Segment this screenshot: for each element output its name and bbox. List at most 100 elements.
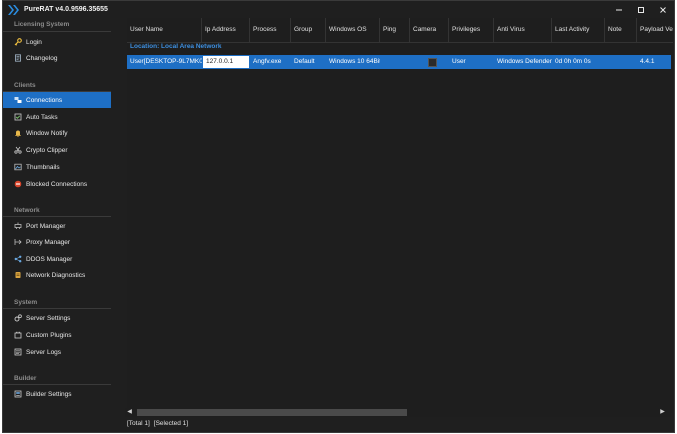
sidebar-item-label: Blocked Connections — [26, 180, 88, 188]
minimize-button[interactable] — [608, 1, 630, 18]
port-icon — [14, 222, 22, 229]
connections-icon — [14, 97, 22, 103]
cell-ip-address[interactable]: 127.0.0.1 — [202, 55, 250, 69]
logs-icon — [14, 348, 22, 356]
column-anti-virus[interactable]: Anti Virus — [494, 18, 552, 42]
status-bar: [Total 1] [Selected 1] — [127, 420, 192, 427]
sidebar-item-label: Proxy Manager — [26, 238, 71, 246]
sidebar-item-label: Custom Plugins — [26, 331, 72, 339]
camera-status-box — [428, 58, 437, 67]
section-network: Network — [14, 207, 40, 214]
sidebar-item-builder-settings[interactable]: Builder Settings — [3, 386, 111, 402]
table-row[interactable]: User[DESKTOP-9L7MK0B] 127.0.0.1 Angfv.ex… — [127, 55, 671, 69]
section-divider — [3, 384, 111, 385]
column-process[interactable]: Process — [250, 18, 291, 42]
sidebar-item-network-diagnostics[interactable]: Network Diagnostics — [3, 267, 111, 283]
sidebar-item-label: Network Diagnostics — [26, 271, 86, 279]
sidebar-item-label: Connections — [26, 96, 63, 104]
blocked-icon — [14, 180, 22, 188]
sidebar-item-label: Server Settings — [26, 314, 71, 322]
sidebar-item-label: Changelog — [26, 54, 58, 62]
section-divider — [3, 216, 111, 217]
cell-privileges: User — [452, 58, 466, 65]
cell-group: Default — [294, 58, 315, 65]
sidebar-item-label: Crypto Clipper — [26, 146, 68, 154]
cell-camera — [410, 55, 449, 69]
maximize-icon — [638, 6, 644, 13]
section-clients: Clients — [14, 82, 36, 89]
column-note[interactable]: Note — [605, 18, 637, 42]
cell-anti-virus: Windows Defender — [497, 58, 552, 65]
sidebar-item-server-logs[interactable]: Server Logs — [3, 344, 111, 360]
table-header: User Name Ip Address Process Group Windo… — [127, 18, 673, 43]
app-logo-icon — [8, 4, 19, 15]
section-divider — [3, 308, 111, 309]
status-total: [Total 1] — [127, 420, 150, 427]
status-selected: [Selected 1] — [153, 420, 189, 427]
proxy-icon — [14, 239, 22, 245]
sidebar-item-custom-plugins[interactable]: Custom Plugins — [3, 327, 111, 343]
column-windows-os[interactable]: Windows OS — [326, 18, 380, 42]
column-privileges[interactable]: Privileges — [449, 18, 494, 42]
scroll-left-icon[interactable]: ◀ — [125, 408, 134, 417]
minimize-icon — [616, 9, 622, 10]
sidebar-item-auto-tasks[interactable]: Auto Tasks — [3, 109, 111, 125]
sidebar-item-label: DDOS Manager — [26, 255, 73, 263]
scrollbar-thumb[interactable] — [137, 409, 407, 416]
column-group[interactable]: Group — [291, 18, 326, 42]
sidebar-item-blocked-connections[interactable]: Blocked Connections — [3, 176, 111, 192]
close-icon — [660, 6, 666, 13]
sidebar-item-label: Window Notify — [26, 129, 68, 137]
cell-ping — [380, 55, 410, 69]
sidebar-item-login[interactable]: Login — [3, 34, 111, 50]
scissors-icon — [14, 146, 22, 154]
sidebar-item-label: Server Logs — [26, 348, 62, 356]
column-ip-address[interactable]: Ip Address — [202, 18, 250, 42]
sidebar-item-label: Login — [26, 38, 42, 46]
bell-icon — [15, 130, 21, 137]
cell-windows-os: Windows 10 64Bit — [329, 58, 380, 65]
scroll-right-icon[interactable]: ▶ — [658, 408, 667, 417]
diagnostics-icon — [15, 272, 21, 278]
plugin-icon — [14, 331, 22, 339]
sidebar-item-proxy-manager[interactable]: Proxy Manager — [3, 234, 111, 250]
key-icon — [14, 38, 22, 46]
sidebar-item-label: Port Manager — [26, 222, 66, 230]
sidebar-item-connections[interactable]: Connections — [3, 92, 111, 108]
cell-user-name: User[DESKTOP-9L7MK0B] — [130, 58, 202, 65]
image-icon — [14, 163, 22, 171]
app-window: PureRAT v4.0.9596.35655 Licensing System… — [2, 0, 675, 433]
sidebar-item-changelog[interactable]: Changelog — [3, 50, 111, 66]
section-divider — [3, 31, 111, 32]
column-user-name[interactable]: User Name — [127, 18, 202, 42]
maximize-button[interactable] — [630, 1, 652, 18]
cell-process: Angfv.exe — [253, 58, 282, 65]
sidebar-item-window-notify[interactable]: Window Notify — [3, 125, 111, 141]
section-licensing-system: Licensing System — [14, 21, 70, 28]
group-label[interactable]: Location: Local Area Network — [130, 43, 222, 50]
sidebar: Licensing System Login Changelog Clients… — [3, 18, 111, 432]
sidebar-item-thumbnails[interactable]: Thumbnails — [3, 159, 111, 175]
horizontal-scrollbar[interactable]: ◀ ▶ — [125, 408, 671, 417]
column-last-activity[interactable]: Last Activity — [552, 18, 605, 42]
section-system: System — [14, 299, 38, 306]
document-icon — [15, 54, 21, 62]
tasks-icon — [14, 113, 22, 121]
column-payload-ver[interactable]: Payload Ver — [637, 18, 673, 42]
cell-last-activity: 0d 0h 0m 0s — [555, 58, 591, 65]
sidebar-item-server-settings[interactable]: Server Settings — [3, 310, 111, 326]
close-button[interactable] — [652, 1, 674, 18]
sidebar-item-label: Thumbnails — [26, 163, 60, 171]
column-camera[interactable]: Camera — [410, 18, 449, 42]
cell-note — [605, 55, 637, 69]
network-icon — [14, 255, 22, 263]
sidebar-item-crypto-clipper[interactable]: Crypto Clipper — [3, 142, 111, 158]
window-title: PureRAT v4.0.9596.35655 — [24, 6, 108, 13]
column-ping[interactable]: Ping — [380, 18, 410, 42]
sidebar-item-port-manager[interactable]: Port Manager — [3, 218, 111, 234]
title-bar: PureRAT v4.0.9596.35655 — [3, 1, 674, 18]
section-builder: Builder — [14, 375, 37, 382]
sidebar-item-label: Builder Settings — [26, 390, 72, 398]
sidebar-item-ddos-manager[interactable]: DDOS Manager — [3, 251, 111, 267]
connections-table: User Name Ip Address Process Group Windo… — [127, 18, 673, 413]
